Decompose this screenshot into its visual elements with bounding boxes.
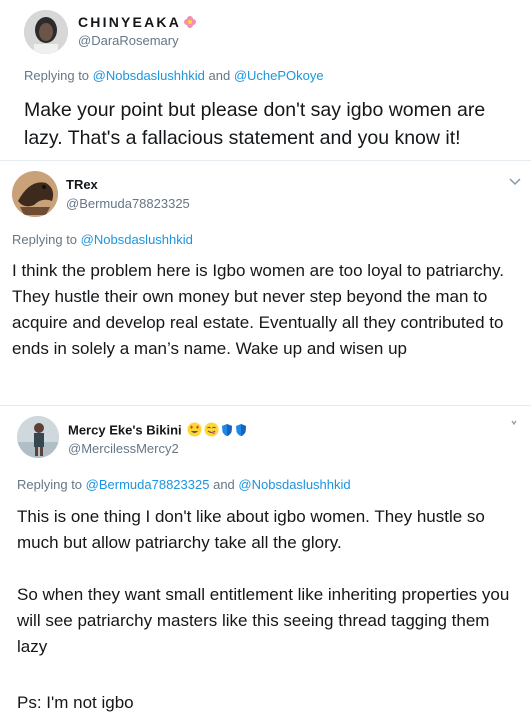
yum-emoji [204, 422, 219, 440]
user-handle[interactable]: @MercilessMercy2 [68, 441, 179, 456]
heart-eyes-emoji [187, 422, 202, 440]
blue-shield-emoji [235, 423, 247, 440]
tweet-1: CHINYEAKA @DaraRosemary Replying to @Nob… [0, 0, 531, 160]
tweet-2: TRex @Bermuda78823325 Replying to @Nobsd… [0, 161, 531, 405]
replying-joiner: and [208, 68, 231, 83]
replying-joiner: and [213, 477, 235, 492]
replying-to: Replying to @Nobsdaslushhkid [12, 232, 193, 247]
flower-emoji [183, 15, 197, 32]
replying-prefix: Replying to [12, 232, 78, 247]
chevron-down-icon[interactable] [509, 173, 521, 189]
tweet-3: Mercy Eke's Bikini @MercilessMercy2 Repl… [0, 406, 531, 724]
tweet-text: Ps: I'm not igbo [17, 693, 134, 712]
replying-to: Replying to @Bermuda78823325 and @Nobsda… [17, 477, 351, 492]
mention-link[interactable]: @Nobsdaslushhkid [81, 232, 193, 247]
avatar[interactable] [12, 171, 58, 217]
blue-shield-emoji [221, 423, 233, 440]
mention-link[interactable]: @Bermuda78823325 [86, 477, 210, 492]
avatar-photo [12, 171, 58, 217]
tweet-text: Make your point but please don't say igb… [24, 99, 486, 149]
user-handle[interactable]: @Bermuda78823325 [66, 196, 190, 211]
chevron-down-icon[interactable] [511, 418, 517, 429]
avatar[interactable] [24, 10, 68, 54]
replying-to: Replying to @Nobsdaslushhkid and @UchePO… [24, 68, 324, 83]
display-name[interactable]: TRex [66, 177, 98, 192]
tweet-text: This is one thing I don't like about igb… [17, 507, 485, 552]
avatar-photo [24, 10, 68, 54]
user-handle[interactable]: @DaraRosemary [78, 33, 179, 48]
avatar[interactable] [17, 416, 59, 458]
replying-prefix: Replying to [17, 477, 83, 492]
avatar-photo [17, 416, 59, 458]
mention-link[interactable]: @Nobsdaslushhkid [238, 477, 350, 492]
tweet-text: I think the problem here is Igbo women a… [12, 261, 504, 358]
display-name[interactable]: CHINYEAKA [78, 14, 197, 32]
replying-prefix: Replying to [24, 68, 90, 83]
mention-link[interactable]: @UchePOkoye [234, 68, 324, 83]
tweet-text: So when they want small entitlement like… [17, 585, 510, 656]
mention-link[interactable]: @Nobsdaslushhkid [93, 68, 205, 83]
display-name[interactable]: Mercy Eke's Bikini [68, 422, 247, 440]
